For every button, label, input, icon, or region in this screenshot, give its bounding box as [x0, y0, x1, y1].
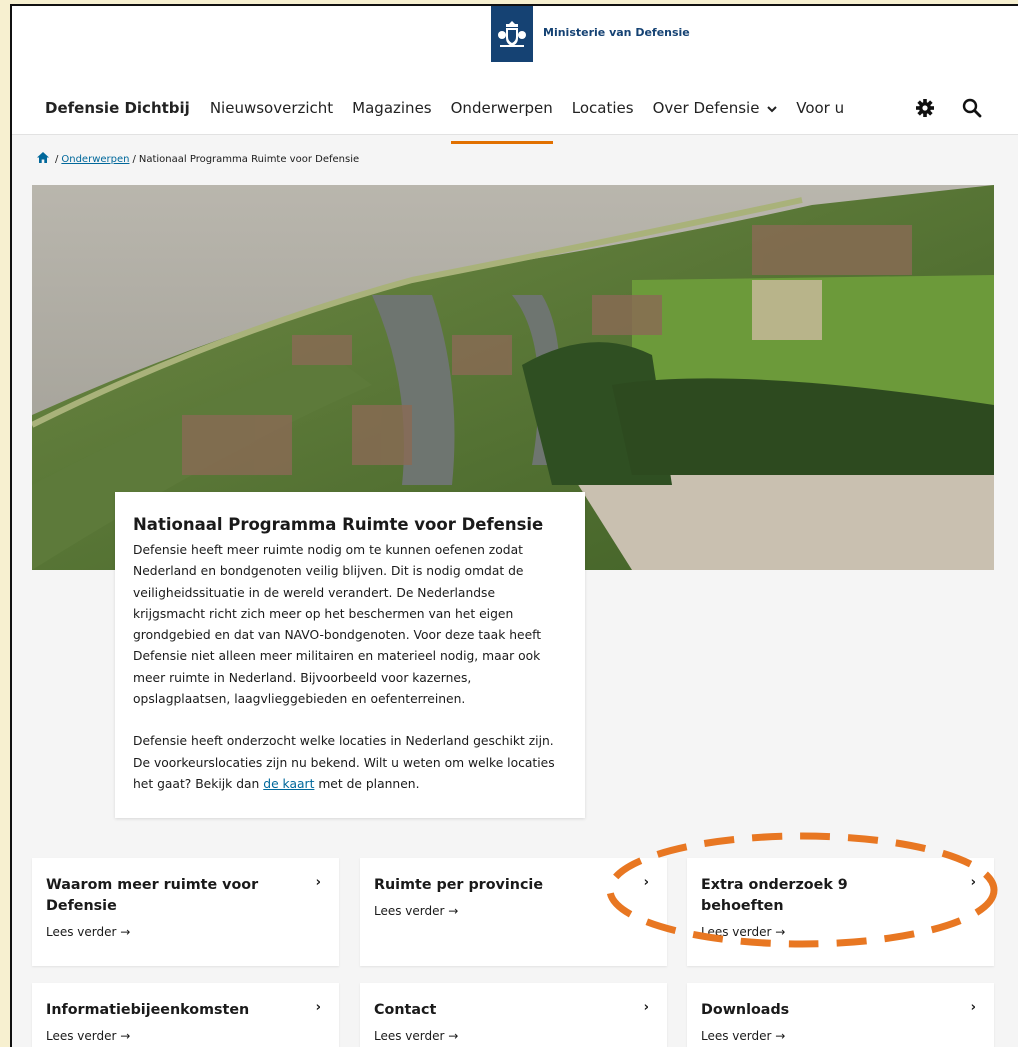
card-title: Ruimte per provincie	[374, 877, 544, 893]
read-more-link[interactable]: Lees verder →	[701, 1029, 980, 1043]
card-downloads[interactable]: Downloads Lees verder → ›	[687, 983, 994, 1047]
card-waarom-meer-ruimte[interactable]: Waarom meer ruimte voor Defensie Lees ve…	[32, 858, 339, 966]
intro-paragraph-2-end: met de plannen.	[314, 776, 420, 791]
nav-item-magazines[interactable]: Magazines	[352, 93, 431, 133]
read-more-link[interactable]: Lees verder →	[374, 1029, 653, 1043]
card-contact[interactable]: Contact Lees verder → ›	[360, 983, 667, 1047]
read-more-link[interactable]: Lees verder →	[374, 904, 653, 918]
map-link[interactable]: de kaart	[263, 777, 314, 791]
main-nav: Defensie Dichtbij Nieuwsoverzicht Magazi…	[45, 93, 863, 144]
card-title: Waarom meer ruimte voor Defensie	[46, 877, 259, 914]
nav-item-onderwerpen[interactable]: Onderwerpen	[450, 93, 553, 144]
card-title: Contact	[374, 1002, 437, 1018]
card-informatiebijeenkomsten[interactable]: Informatiebijeenkomsten Lees verder → ›	[32, 983, 339, 1047]
breadcrumb: / Onderwerpen / Nationaal Programma Ruim…	[34, 152, 359, 166]
gear-icon[interactable]	[915, 98, 935, 122]
chevron-right-icon: ›	[970, 875, 976, 890]
page-title: Nationaal Programma Ruimte voor Defensie	[133, 515, 544, 534]
card-title: Extra onderzoek 9 behoeften	[701, 877, 848, 914]
ministry-name: Ministerie van Defensie	[543, 25, 690, 39]
read-more-link[interactable]: Lees verder →	[701, 925, 980, 939]
read-more-link[interactable]: Lees verder →	[46, 925, 325, 939]
nav-item-voor-u[interactable]: Voor u	[796, 93, 844, 133]
card-extra-onderzoek[interactable]: Extra onderzoek 9 behoeften Lees verder …	[687, 858, 994, 966]
nav-item-locaties[interactable]: Locaties	[572, 93, 634, 133]
breadcrumb-link-onderwerpen[interactable]: Onderwerpen	[61, 154, 129, 165]
nav-brand[interactable]: Defensie Dichtbij	[45, 93, 190, 133]
intro-paragraph-2: Defensie heeft onderzocht welke locaties…	[133, 731, 567, 795]
chevron-right-icon: ›	[315, 875, 321, 890]
chevron-down-icon	[767, 95, 777, 125]
ministry-logo[interactable]: Ministerie van Defensie	[491, 6, 690, 62]
intro-paragraph-1: Defensie heeft meer ruimte nodig om te k…	[133, 543, 542, 707]
nav-item-nieuwsoverzicht[interactable]: Nieuwsoverzicht	[210, 93, 333, 133]
breadcrumb-current: Nationaal Programma Ruimte voor Defensie	[138, 153, 360, 165]
coat-of-arms-icon	[491, 6, 533, 62]
search-icon[interactable]	[962, 98, 982, 122]
intro-card: Nationaal Programma Ruimte voor Defensie…	[115, 492, 585, 818]
breadcrumb-separator: /	[132, 153, 136, 165]
nav-item-over-defensie[interactable]: Over Defensie	[653, 93, 778, 133]
card-title: Informatiebijeenkomsten	[46, 1002, 250, 1018]
breadcrumb-separator: /	[55, 153, 59, 165]
browser-page: Ministerie van Defensie Defensie Dichtbi…	[10, 4, 1018, 1047]
nav-item-label: Over Defensie	[652, 99, 760, 117]
card-title: Downloads	[701, 1002, 790, 1018]
chevron-right-icon: ›	[315, 1000, 321, 1015]
card-ruimte-per-provincie[interactable]: Ruimte per provincie Lees verder → ›	[360, 858, 667, 966]
site-header: Ministerie van Defensie Defensie Dichtbi…	[12, 6, 1018, 144]
chevron-right-icon: ›	[643, 875, 649, 890]
home-icon[interactable]	[37, 152, 49, 166]
chevron-right-icon: ›	[970, 1000, 976, 1015]
chevron-right-icon: ›	[643, 1000, 649, 1015]
read-more-link[interactable]: Lees verder →	[46, 1029, 325, 1043]
